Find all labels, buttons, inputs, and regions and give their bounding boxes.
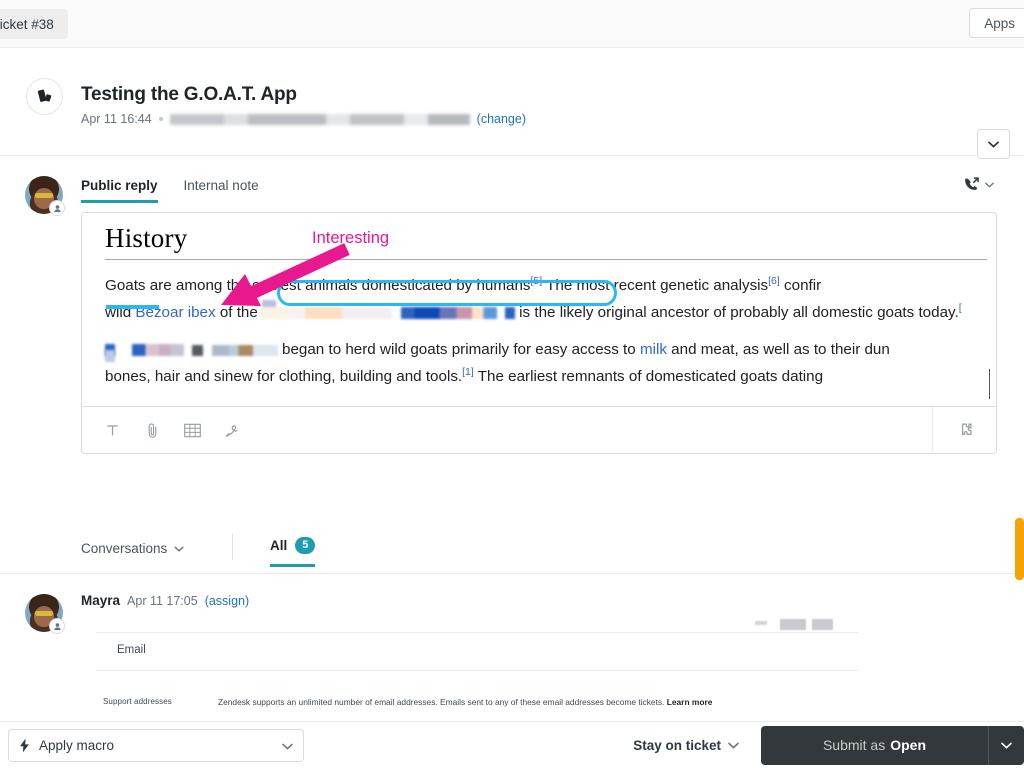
apply-macro-dropdown[interactable]: Apply macro (8, 729, 304, 762)
redacted-block (212, 345, 278, 356)
vertical-scrollbar-thumb[interactable] (1015, 518, 1024, 580)
filter-count-badge: 5 (295, 537, 315, 554)
chevron-down-icon (174, 546, 184, 552)
wiki-text: The earliest remnants of domesticated go… (474, 368, 823, 385)
ticket-footer: Apply macro Stay on ticket Submit as Ope… (0, 721, 1024, 768)
tab-internal-note-label: Internal note (184, 178, 259, 193)
chevron-down-icon (988, 141, 999, 148)
redacted-block (105, 350, 115, 362)
stay-on-ticket-label: Stay on ticket (633, 738, 721, 753)
chevron-down-icon (728, 742, 739, 749)
comment-timestamp: Apr 11 17:05 (127, 594, 198, 608)
text-format-icon[interactable] (99, 417, 125, 443)
wiki-ref[interactable]: [ (959, 302, 962, 314)
redacted-block (260, 307, 392, 319)
tab-internal-note[interactable]: Internal note (184, 178, 259, 203)
tab-public-reply-label: Public reply (81, 178, 158, 193)
text-cursor (989, 369, 990, 399)
embed-ghost-mark (755, 621, 768, 625)
chevron-down-icon (1001, 742, 1012, 749)
comment-author: Mayra (81, 593, 120, 608)
attachment-icon[interactable] (139, 417, 165, 443)
ticket-submeta: Apr 11 16:44 (change) (81, 112, 526, 126)
embed-body-text: Zendesk supports an unlimited number of … (218, 697, 712, 707)
apply-macro-label: Apply macro (39, 738, 114, 753)
call-channel-button[interactable] (963, 176, 994, 193)
conversations-selector[interactable]: Conversations (81, 541, 184, 556)
embed-body-copy: Zendesk supports an unlimited number of … (218, 697, 667, 707)
commenter-avatar (25, 594, 63, 632)
agent-badge-icon (49, 200, 65, 216)
embed-divider (96, 632, 858, 633)
wiki-text: began to herd wild goats primarily for e… (278, 341, 640, 358)
goat-logo-icon (26, 78, 63, 115)
pasted-wiki-content: History Goats are among the earliest ani… (105, 223, 997, 391)
comment-meta: Mayra Apr 11 17:05 (assign) (81, 593, 249, 608)
wiki-text: confir (780, 277, 821, 294)
ticket-header: Testing the G.O.A.T. App Apr 11 16:44 (c… (0, 48, 1024, 156)
chevron-down-icon (282, 738, 293, 753)
phone-icon (963, 176, 980, 193)
embed-field-label: Support addresses (103, 697, 172, 706)
top-tab-bar: Ticket #38 Apps (0, 0, 1024, 48)
apps-button-label: Apps (984, 16, 1015, 31)
embed-ghost-mark (780, 619, 806, 630)
submit-options-button[interactable] (988, 726, 1024, 765)
chevron-down-icon (985, 182, 994, 188)
tab-public-reply[interactable]: Public reply (81, 178, 158, 203)
wiki-heading: History (105, 223, 997, 254)
agent-badge-icon (49, 618, 65, 634)
separator-dot (159, 117, 163, 121)
puzzle-piece-icon (956, 422, 973, 439)
filter-tab-all-label: All (270, 538, 287, 553)
redacted-block (192, 345, 203, 356)
stay-on-ticket-dropdown[interactable]: Stay on ticket (633, 738, 739, 753)
submit-button[interactable]: Submit as Open (761, 726, 988, 765)
conversations-selector-label: Conversations (81, 541, 167, 556)
wiki-heading-rule (105, 259, 987, 260)
page-title: Testing the G.O.A.T. App (81, 84, 297, 106)
divider (232, 534, 233, 560)
change-requester-link[interactable]: (change) (477, 112, 526, 126)
ticket-tab-label: Ticket #38 (0, 17, 54, 32)
lightning-bolt-icon (19, 738, 30, 753)
wiki-text: bones, hair and sinew for clothing, buil… (105, 368, 462, 385)
redacted-block (132, 344, 184, 356)
apps-button[interactable]: Apps (969, 8, 1024, 38)
ticket-timestamp: Apr 11 16:44 (81, 112, 152, 126)
ticket-collapse-button[interactable] (977, 129, 1010, 159)
embedded-screenshot[interactable]: Email Support addresses Zendesk supports… (96, 616, 858, 716)
zendesk-ticket-view: Ticket #38 Apps Testing the G.O.A.T. App… (0, 0, 1024, 768)
annotation-underline (106, 305, 159, 309)
table-icon[interactable] (179, 417, 205, 443)
filter-tab-all[interactable]: All 5 (270, 537, 315, 567)
embed-heading: Email (117, 644, 146, 656)
redacted-block (401, 307, 497, 319)
agent-avatar (25, 176, 63, 214)
wiki-text: of the (216, 304, 262, 321)
conversations-bar: Conversations All 5 (0, 522, 1024, 574)
embed-ghost-mark (812, 619, 833, 630)
assign-link[interactable]: (assign) (205, 594, 249, 608)
wiki-ref[interactable]: [1] (462, 366, 474, 378)
submit-status-label: Open (890, 737, 926, 753)
wiki-text: is the likely original ancestor of proba… (515, 304, 959, 321)
learn-more-link[interactable]: Learn more (667, 697, 713, 707)
wiki-text: Goats are among the (105, 277, 252, 294)
editor-toolbar (81, 406, 997, 454)
annotation-pill-highlight (277, 280, 617, 306)
signature-icon[interactable] (219, 417, 245, 443)
wiki-ref[interactable]: [6] (768, 275, 780, 287)
apps-puzzle-button[interactable] (932, 407, 996, 454)
embed-divider (96, 670, 858, 671)
wiki-link-milk[interactable]: milk (640, 341, 667, 358)
requester-redacted (170, 114, 470, 125)
reply-editor[interactable]: History Goats are among the earliest ani… (81, 212, 997, 406)
composer-tabs: Public reply Internal note (81, 178, 259, 203)
submit-prefix-label: Submit as (823, 737, 885, 753)
ticket-tab[interactable]: Ticket #38 (0, 9, 68, 39)
wiki-text: and meat, as well as to their dun (667, 341, 890, 358)
redacted-block (505, 307, 515, 319)
